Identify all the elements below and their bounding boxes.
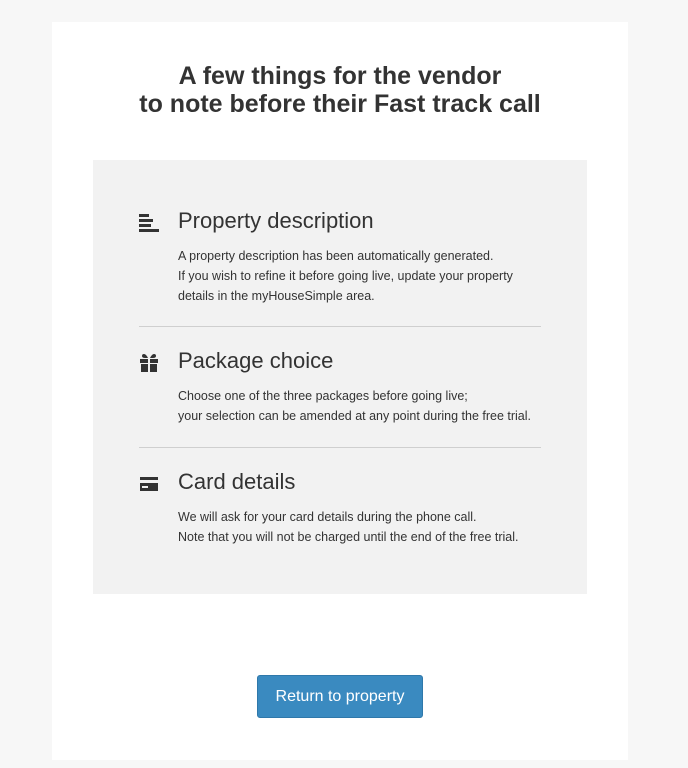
page-title: A few things for the vendor to note befo… — [52, 62, 628, 118]
package-choice-text: Choose one of the three packages before … — [178, 386, 548, 426]
return-to-property-button[interactable]: Return to property — [257, 675, 423, 718]
text-align-left-icon — [139, 214, 159, 232]
card-details-heading: Card details — [178, 469, 296, 494]
property-description-heading: Property description — [178, 208, 374, 233]
package-choice-heading: Package choice — [178, 348, 334, 373]
card-details-text: We will ask for your card details during… — [178, 507, 548, 547]
section-divider — [139, 326, 541, 327]
property-description-line-1: A property description has been automati… — [178, 249, 494, 263]
property-description-line-2: If you wish to refine it before going li… — [178, 269, 513, 283]
package-choice-line-2: your selection can be amended at any poi… — [178, 409, 531, 423]
gift-icon — [140, 354, 158, 372]
card-details-line-2: Note that you will not be charged until … — [178, 530, 519, 544]
property-description-text: A property description has been automati… — [178, 246, 548, 306]
package-choice-line-1: Choose one of the three packages before … — [178, 389, 468, 403]
credit-card-icon — [140, 477, 158, 491]
info-panel: Property description A property descript… — [93, 160, 587, 594]
main-card: A few things for the vendor to note befo… — [52, 22, 628, 760]
card-details-line-1: We will ask for your card details during… — [178, 510, 477, 524]
page-title-line-2: to note before their Fast track call — [139, 90, 541, 118]
section-divider — [139, 447, 541, 448]
property-description-line-3: details in the myHouseSimple area. — [178, 289, 375, 303]
page-title-line-1: A few things for the vendor — [178, 62, 502, 90]
